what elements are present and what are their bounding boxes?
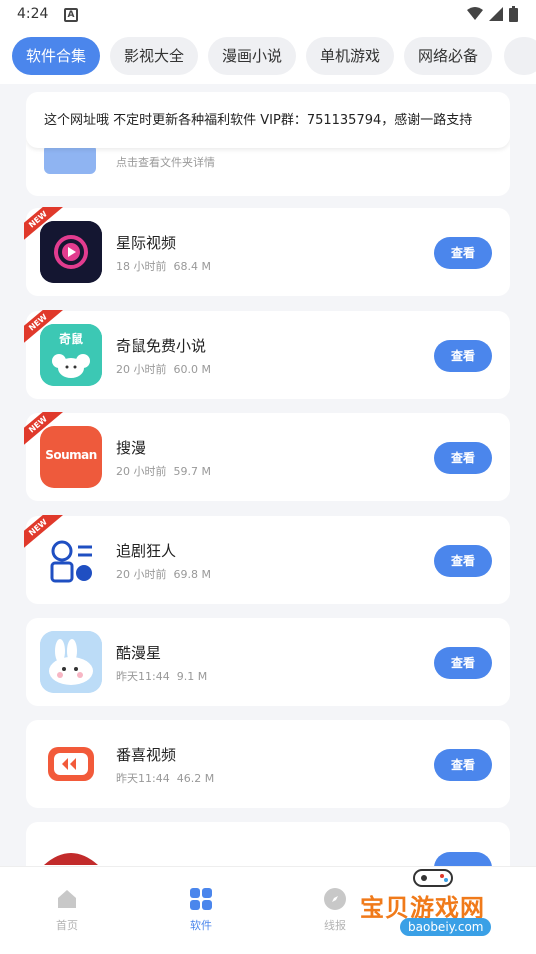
app-card[interactable]: 星际视频 18 小时前 68.4 M 查看 NEW [24, 207, 510, 296]
folder-thumbnail [44, 144, 96, 174]
view-button[interactable]: 查看 [434, 237, 492, 269]
wifi-icon [467, 7, 483, 20]
category-tabs: 软件合集 影视大全 漫画小说 单机游戏 网络必备 [0, 32, 536, 84]
app-meta: 20 小时前 69.8 M [116, 568, 211, 581]
watermark-logo: 宝贝游戏网 baobeiy.com [360, 866, 510, 946]
nav-home-label: 首页 [56, 919, 78, 932]
notice-marquee: 这个网址哦 不定时更新各种福利软件 VIP群：751135794，感谢一路支持 [26, 92, 510, 148]
nav-software-label: 软件 [190, 919, 212, 932]
nav-leads-label: 线报 [324, 919, 346, 932]
new-badge: NEW [24, 310, 64, 350]
folder-detail-hint: 点击查看文件夹详情 [116, 156, 215, 169]
compass-icon [324, 888, 346, 910]
status-bar: 4:24 A [0, 0, 536, 32]
app-name: 奇鼠免费小说 [116, 337, 207, 355]
status-time: 4:24 [17, 6, 49, 22]
new-badge: NEW [24, 207, 64, 247]
signal-icon [489, 7, 503, 21]
app-meta: 18 小时前 68.4 M [116, 260, 211, 273]
new-badge: NEW [24, 515, 64, 555]
nav-home[interactable]: 首页 [37, 887, 97, 933]
app-name: 搜漫 [116, 439, 147, 457]
app-icon-partial [40, 835, 102, 866]
accessibility-a-icon: A [64, 8, 78, 22]
nav-leads[interactable]: 线报 [305, 887, 365, 933]
app-card[interactable] [26, 822, 510, 866]
tab-more[interactable] [504, 37, 536, 75]
battery-icon [509, 6, 518, 22]
folder-card[interactable]: 这个网址哦 不定时更新各种福利软件 VIP群：751135794，感谢一路支持 … [26, 92, 510, 196]
grid-icon [190, 888, 212, 910]
tab-single-games[interactable]: 单机游戏 [306, 37, 395, 75]
tab-software-collection[interactable]: 软件合集 [12, 37, 101, 75]
home-icon [58, 890, 76, 908]
app-icon-fanxi [40, 733, 102, 795]
app-meta: 昨天11:44 46.2 M [116, 772, 215, 785]
view-button[interactable]: 查看 [434, 749, 492, 781]
view-button[interactable]: 查看 [434, 545, 492, 577]
app-meta: 昨天11:44 9.1 M [116, 670, 208, 683]
view-button[interactable]: 查看 [434, 340, 492, 372]
tab-comics-novels[interactable]: 漫画小说 [208, 37, 297, 75]
app-card[interactable]: 酷漫星 昨天11:44 9.1 M 查看 [26, 618, 510, 706]
tab-movies[interactable]: 影视大全 [110, 37, 199, 75]
app-name: 酷漫星 [116, 644, 162, 662]
watermark-url: baobeiy.com [400, 918, 492, 936]
gamepad-icon [413, 869, 453, 887]
app-card[interactable]: Souman 搜漫 20 小时前 59.7 M 查看 NEW [24, 412, 510, 501]
view-button[interactable]: 查看 [434, 442, 492, 474]
app-icon-kumanxing [40, 631, 102, 693]
app-name: 追剧狂人 [116, 542, 177, 560]
app-card[interactable]: 追剧狂人 20 小时前 69.8 M 查看 NEW [24, 515, 510, 604]
tab-network-essentials[interactable]: 网络必备 [404, 37, 493, 75]
view-button[interactable] [434, 852, 492, 866]
app-card[interactable]: 奇鼠 奇鼠免费小说 20 小时前 60.0 M 查看 NEW [24, 310, 510, 399]
app-meta: 20 小时前 60.0 M [116, 363, 211, 376]
app-name: 星际视频 [116, 234, 177, 252]
app-card[interactable]: 番喜视频 昨天11:44 46.2 M 查看 [26, 720, 510, 808]
nav-software[interactable]: 软件 [171, 887, 231, 933]
app-meta: 20 小时前 59.7 M [116, 465, 211, 478]
view-button[interactable]: 查看 [434, 647, 492, 679]
new-badge: NEW [24, 412, 64, 452]
app-name: 番喜视频 [116, 746, 177, 764]
